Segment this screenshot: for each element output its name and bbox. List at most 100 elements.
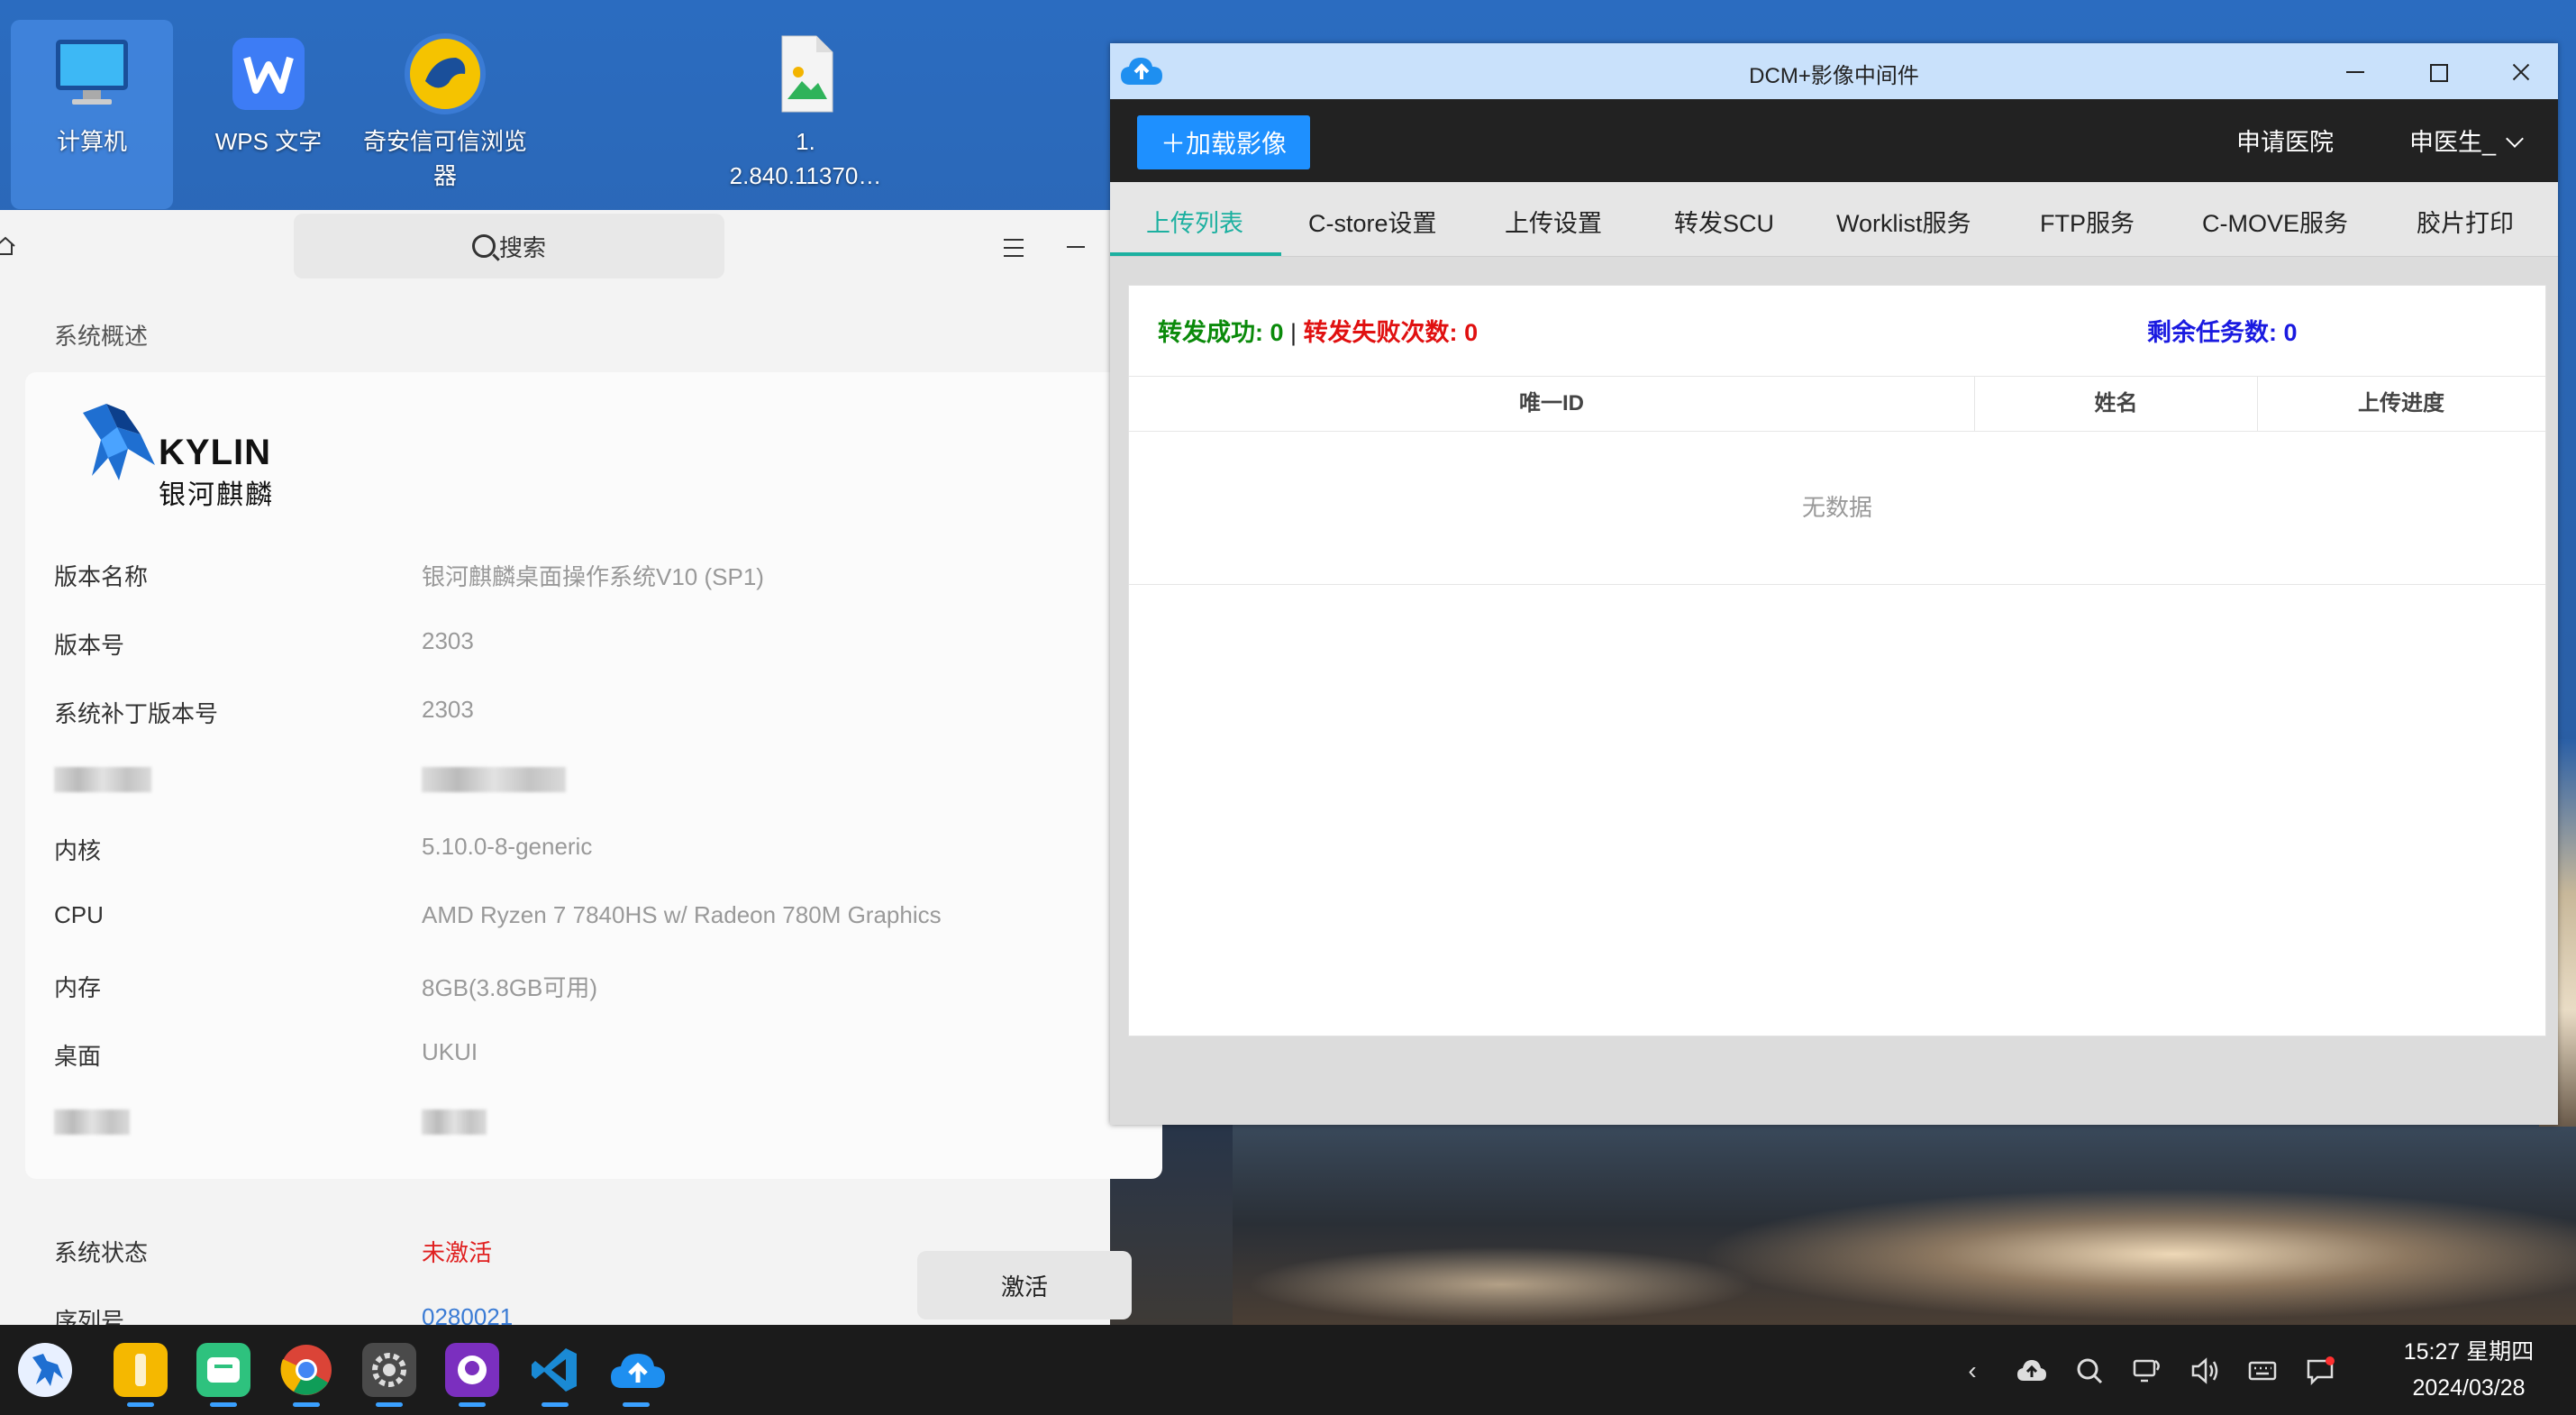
settings-icon[interactable] [362, 1343, 416, 1397]
clock[interactable]: 15:27 星期四 2024/03/28 [2379, 1334, 2559, 1406]
system-info-titlebar: 搜索 [0, 210, 1110, 282]
running-indicator [293, 1402, 320, 1407]
empty-state: 无数据 [1129, 431, 2545, 585]
stats-separator: | [1283, 319, 1304, 346]
redacted-value [422, 764, 566, 793]
info-row-cpu: CPU AMD Ryzen 7 7840HS w/ Radeon 780M Gr… [54, 901, 1117, 937]
user-menu[interactable]: 申医生_ [2409, 123, 2524, 158]
info-value: 2303 [422, 696, 474, 723]
desktop-icon-computer[interactable]: 计算机 [11, 20, 173, 209]
redacted-value [422, 1107, 487, 1136]
activate-button[interactable]: 激活 [917, 1251, 1132, 1319]
minimize-icon[interactable] [1067, 246, 1085, 248]
remaining-tasks: 剩余任务数: 0 [2147, 313, 2298, 348]
wps-writer-icon [225, 31, 312, 117]
running-indicator [376, 1402, 403, 1407]
network-icon[interactable] [2132, 1356, 2162, 1386]
tab-film-print[interactable]: 胶片打印 [2417, 204, 2514, 239]
column-header-uid[interactable]: 唯一ID [1129, 377, 1975, 431]
kylin-start-icon[interactable] [18, 1343, 72, 1397]
info-value: 5.10.0-8-generic [422, 833, 593, 860]
info-key: 桌面 [54, 1043, 102, 1070]
kylin-logo: KYLIN 银河麒麟 [65, 395, 290, 510]
fail-label: 转发失败次数: [1303, 319, 1465, 346]
kylin-logo-text: KYLIN [159, 433, 271, 472]
info-key: 系统补丁版本号 [54, 700, 219, 727]
tab-upload-settings[interactable]: 上传设置 [1505, 204, 1602, 239]
notification-icon[interactable] [2305, 1356, 2335, 1386]
volume-icon[interactable] [2189, 1356, 2220, 1386]
file-manager-icon[interactable] [114, 1343, 168, 1397]
dcm-window: DCM+影像中间件 ＋加载影像 申请医院 申医生_ 上传列表 C-store设置… [1110, 43, 2558, 1125]
desktop-icon-label: 1. 2.840.11370… [729, 128, 882, 189]
tab-forward-scu[interactable]: 转发SCU [1674, 204, 1774, 239]
column-header-progress[interactable]: 上传进度 [2258, 377, 2544, 431]
search-icon [471, 234, 496, 258]
section-title: 系统概述 [54, 323, 149, 350]
upload-list-panel: 转发成功: 0 | 转发失败次数: 0 剩余任务数: 0 唯一ID 姓名 上传进… [1128, 285, 2546, 1036]
dcm-tabs: 上传列表 C-store设置 上传设置 转发SCU Worklist服务 FTP… [1110, 182, 2558, 257]
vscode-icon[interactable] [528, 1343, 582, 1397]
chevron-left-icon[interactable]: ‹ [1957, 1356, 1988, 1386]
info-row-version-number: 版本号 2303 [54, 627, 1117, 663]
fail-count: 0 [1464, 319, 1479, 346]
clock-date: 2024/03/28 [2412, 1375, 2526, 1401]
running-indicator [623, 1402, 650, 1407]
info-value: 银河麒麟桌面操作系统V10 (SP1) [422, 563, 764, 590]
computer-icon [49, 31, 135, 117]
info-row-version-name: 版本名称 银河麒麟桌面操作系统V10 (SP1) [54, 559, 1117, 595]
chrome-icon[interactable] [279, 1343, 333, 1397]
activation-status: 未激活 [422, 1239, 493, 1266]
hospital-menu[interactable]: 申请医院 [2236, 123, 2334, 158]
chevron-down-icon [2506, 130, 2524, 148]
success-label: 转发成功: [1158, 319, 1270, 346]
tab-cstore-settings[interactable]: C-store设置 [1308, 204, 1437, 239]
active-tab-indicator [1110, 252, 1281, 256]
dcm-toolbar: ＋加载影像 申请医院 申医生_ [1110, 99, 2558, 182]
desktop-icon-wps[interactable]: WPS 文字 [187, 20, 350, 209]
minimize-icon[interactable] [2339, 56, 2371, 88]
tab-cmove-service[interactable]: C-MOVE服务 [2202, 204, 2348, 239]
search-input[interactable]: 搜索 [294, 214, 724, 278]
desktop-icon-image-file[interactable]: 1. 2.840.11370… [717, 20, 894, 209]
info-value: 8GB(3.8GB可用) [422, 974, 598, 1001]
success-count: 0 [1270, 319, 1284, 346]
tab-ftp-service[interactable]: FTP服务 [2040, 204, 2135, 239]
desktop-icon-browser[interactable]: 奇安信可信浏览器 [363, 20, 527, 209]
info-value: AMD Ryzen 7 7840HS w/ Radeon 780M Graphi… [422, 901, 942, 928]
cloud-upload-tray-icon[interactable] [2016, 1356, 2047, 1386]
load-image-button[interactable]: ＋加载影像 [1137, 115, 1310, 169]
column-header-name[interactable]: 姓名 [1975, 377, 2258, 431]
info-value: 2303 [422, 627, 474, 654]
info-row-patch-version: 系统补丁版本号 2303 [54, 696, 1117, 732]
info-row-desktop: 桌面 UKUI [54, 1038, 1117, 1074]
menu-icon[interactable] [1004, 239, 1024, 257]
info-key: CPU [54, 901, 104, 928]
redacted-key [54, 1107, 130, 1136]
close-icon[interactable] [2505, 56, 2537, 88]
chat-icon[interactable] [196, 1343, 250, 1397]
running-indicator [210, 1402, 237, 1407]
info-row-kernel: 内核 5.10.0-8-generic [54, 833, 1117, 869]
home-icon[interactable] [0, 235, 16, 257]
dcm-titlebar: DCM+影像中间件 [1110, 43, 2558, 99]
info-key: 内核 [54, 837, 102, 864]
keyboard-icon[interactable] [2247, 1356, 2278, 1386]
running-indicator [127, 1402, 154, 1407]
desktop-icon-label: 奇安信可信浏览器 [362, 128, 527, 189]
tab-worklist-service[interactable]: Worklist服务 [1836, 204, 1971, 239]
dcm-upload-icon[interactable] [609, 1343, 665, 1397]
info-key: 内存 [54, 974, 102, 1001]
serial-number[interactable]: 0280021 [422, 1303, 513, 1325]
remaining-label: 剩余任务数: [2147, 319, 2284, 346]
maximize-icon[interactable] [2422, 56, 2454, 88]
github-icon[interactable] [445, 1343, 499, 1397]
kylin-logo-cn: 银河麒麟 [159, 480, 274, 510]
forward-stats: 转发成功: 0 | 转发失败次数: 0 [1158, 313, 1478, 348]
info-key: 版本名称 [54, 563, 149, 590]
tab-upload-list[interactable]: 上传列表 [1146, 204, 1243, 239]
search-icon[interactable] [2074, 1356, 2105, 1386]
redacted-key [54, 764, 151, 793]
info-row-memory: 内存 8GB(3.8GB可用) [54, 970, 1117, 1006]
image-file-icon [762, 31, 849, 117]
